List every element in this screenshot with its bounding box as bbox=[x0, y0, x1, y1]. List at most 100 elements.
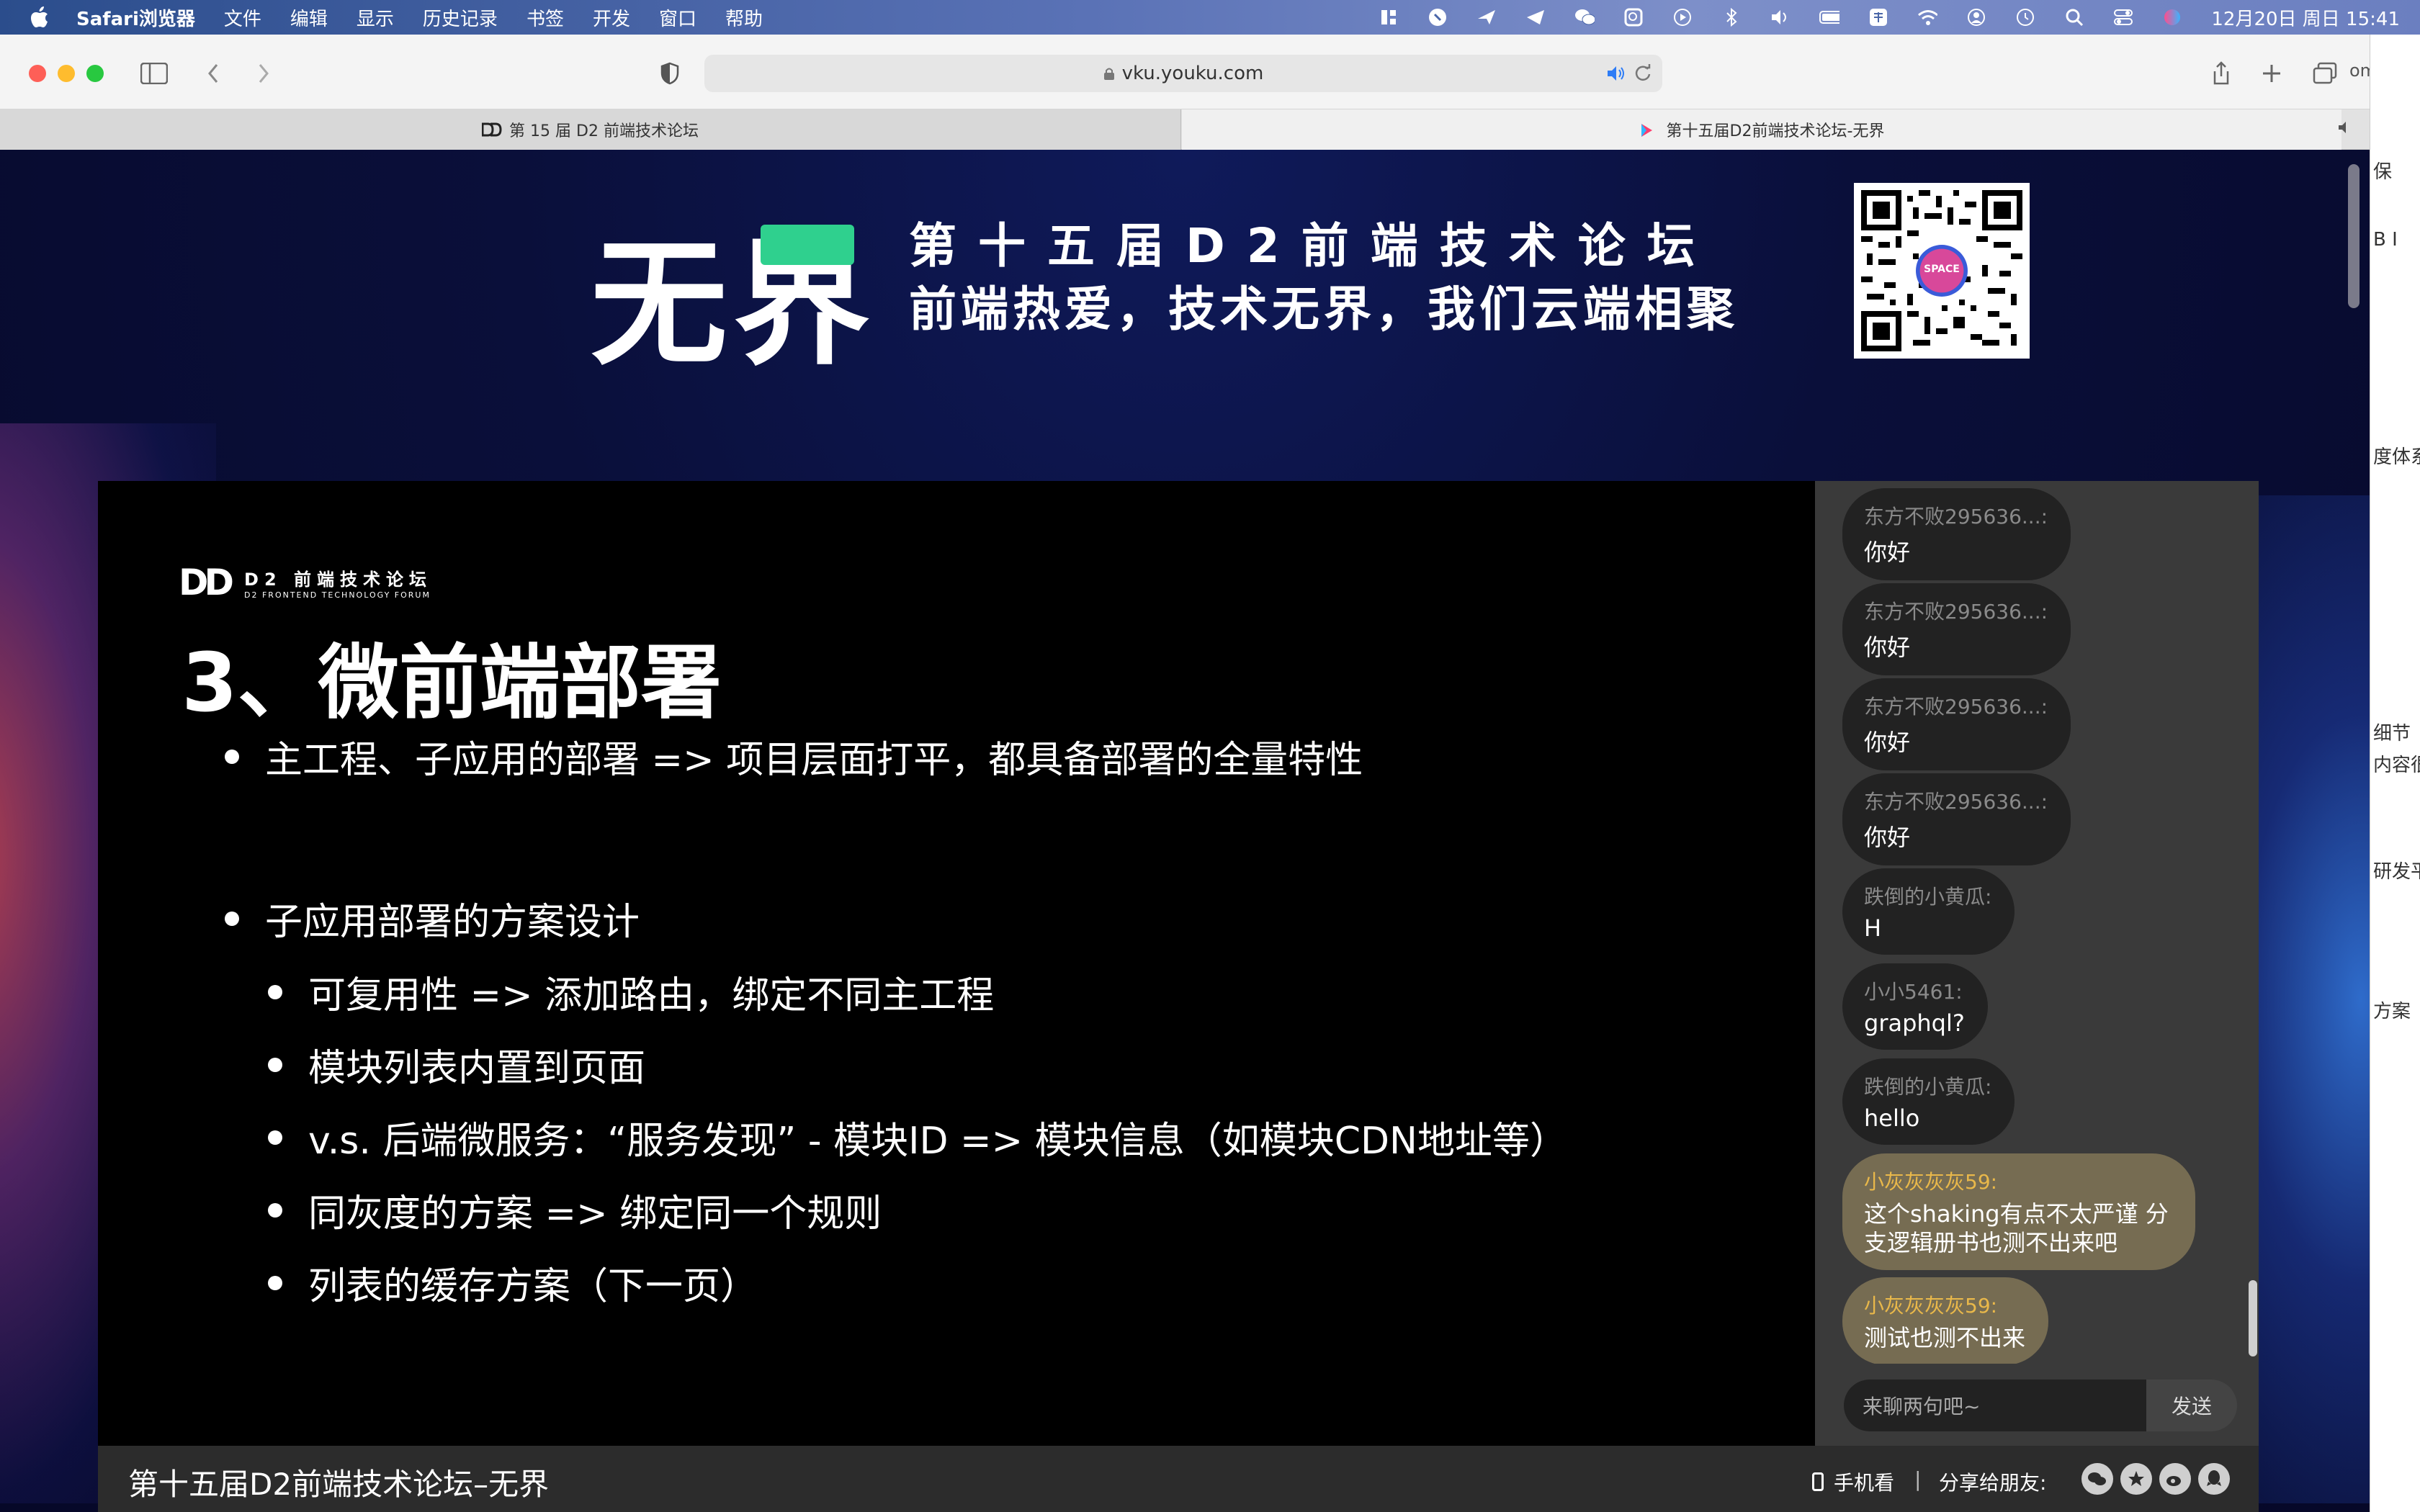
qq-share-icon[interactable] bbox=[2198, 1463, 2230, 1495]
infobar-separator: | bbox=[1914, 1467, 1922, 1491]
menu-app-name[interactable]: Safari浏览器 bbox=[76, 4, 195, 31]
shazam-icon[interactable] bbox=[1428, 7, 1448, 27]
d2-logo-line1: D2 前端技术论坛 bbox=[244, 570, 432, 590]
input-method-icon[interactable] bbox=[1868, 7, 1888, 27]
chat-message: 东方不败295636...: 你好 bbox=[1842, 488, 2071, 580]
chat-message-list[interactable]: 东方不败295636...: 你好 东方不败295636...: 你好 东方不败29… bbox=[1815, 481, 2247, 1364]
bullet-dot bbox=[268, 1202, 282, 1218]
fullscreen-window-button[interactable] bbox=[86, 65, 104, 82]
qr-center-label: SPACE bbox=[1924, 264, 1960, 275]
chat-message: 跌倒的小黄瓜: H bbox=[1842, 868, 2015, 955]
menubar-clock[interactable]: 12月20日 周日 15:41 bbox=[2211, 4, 2400, 31]
chat-username: 小灰灰灰灰59: bbox=[1864, 1294, 1998, 1318]
slide-bullet-text: v.s. 后端微服务：“服务发现” - 模块ID => 模块信息（如模块CDN地… bbox=[308, 1120, 1567, 1163]
minimize-window-button[interactable] bbox=[58, 65, 75, 82]
spotlight-icon[interactable] bbox=[2064, 7, 2084, 27]
reload-icon[interactable] bbox=[1634, 63, 1654, 84]
play-icon[interactable] bbox=[1672, 7, 1693, 27]
banner-subtitle: 前端热爱，技术无界，我们云端相聚 bbox=[909, 282, 1739, 337]
side-fragment: 研发平 bbox=[2373, 861, 2420, 883]
menu-develop[interactable]: 开发 bbox=[593, 4, 630, 31]
slide-sub-bullet: v.s. 后端微服务：“服务发现” - 模块ID => 模块信息（如模块CDN地… bbox=[268, 1110, 1567, 1164]
chat-send-button[interactable]: 发送 bbox=[2146, 1380, 2237, 1431]
video-player[interactable]: DD D2 前端技术论坛 D2 FRONTEND TECHNOLOGY FORU… bbox=[98, 481, 2259, 1512]
chat-message-highlight: 小灰灰灰灰59: 这个shaking有点不太严谨 分支逻辑册书也测不出来吧 bbox=[1842, 1153, 2195, 1270]
bullet-dot bbox=[268, 984, 282, 999]
forward-icon[interactable] bbox=[249, 59, 278, 88]
chat-text: graphql? bbox=[1864, 1009, 1965, 1037]
browser-toolbar: vku.youku.com om bbox=[0, 35, 2370, 109]
side-fragment: 保 bbox=[2373, 161, 2393, 183]
qzone-share-icon[interactable] bbox=[2120, 1463, 2152, 1495]
live-chat-panel: 东方不败295636...: 你好 东方不败295636...: 你好 东方不败29… bbox=[1815, 481, 2259, 1512]
video-info-bar: 第十五届D2前端技术论坛–无界 手机看 | 分享给朋友: bbox=[98, 1446, 2259, 1512]
control-center-icon[interactable] bbox=[2113, 7, 2133, 27]
user-icon[interactable] bbox=[1966, 7, 1986, 27]
privacy-shield-icon[interactable] bbox=[655, 59, 684, 88]
chat-username: 东方不败295636...: bbox=[1864, 505, 2048, 528]
search-app-icon[interactable] bbox=[1623, 7, 1644, 27]
audio-playing-icon[interactable] bbox=[1606, 63, 1626, 84]
widget-icon[interactable] bbox=[1379, 7, 1399, 27]
volume-icon[interactable] bbox=[1770, 7, 1791, 27]
chat-input[interactable]: 来聊两句吧~ bbox=[1844, 1380, 2146, 1431]
watch-on-mobile-label: 手机看 bbox=[1834, 1471, 1895, 1495]
menu-help[interactable]: 帮助 bbox=[725, 4, 763, 31]
address-bar[interactable]: vku.youku.com bbox=[704, 55, 1662, 92]
menu-view[interactable]: 显示 bbox=[357, 4, 394, 31]
qr-code-image: SPACE bbox=[1854, 183, 2030, 359]
banner-logo: 无界 bbox=[591, 193, 876, 391]
bullet-dot bbox=[268, 1057, 282, 1072]
pinyin-icon[interactable] bbox=[1476, 7, 1497, 27]
menu-file[interactable]: 文件 bbox=[224, 4, 261, 31]
wechat-share-icon[interactable] bbox=[2081, 1463, 2113, 1495]
bluetooth-icon[interactable] bbox=[1721, 7, 1742, 27]
battery-icon[interactable] bbox=[1819, 7, 1840, 27]
page-scrollbar[interactable] bbox=[2348, 164, 2360, 308]
tab-partial-right[interactable] bbox=[2338, 109, 2370, 150]
chat-scrollbar[interactable] bbox=[2249, 1280, 2257, 1356]
chat-text: 测试也测不出来 bbox=[1864, 1324, 2026, 1351]
chat-username: 跌倒的小黄瓜: bbox=[1864, 1075, 1992, 1099]
banner-title: 第十五届D2前端技术论坛 bbox=[909, 218, 1716, 274]
weibo-share-icon[interactable] bbox=[2159, 1463, 2191, 1495]
watch-on-mobile-button[interactable]: 手机看 bbox=[1812, 1467, 1894, 1496]
share-icon[interactable] bbox=[2207, 59, 2236, 88]
time-machine-icon[interactable] bbox=[2015, 7, 2035, 27]
close-window-button[interactable] bbox=[29, 65, 46, 82]
background-window-partial[interactable]: 保 B I 度体系 细节 内容很不 研发平 方案 bbox=[2370, 35, 2420, 1512]
bullet-dot bbox=[268, 1275, 282, 1290]
wechat-icon[interactable] bbox=[1574, 7, 1595, 27]
tab-d2-forum[interactable]: 第 15 届 D2 前端技术论坛 bbox=[0, 109, 1181, 150]
slide-sub-bullet: 模块列表内置到页面 bbox=[268, 1038, 645, 1092]
apple-icon[interactable] bbox=[29, 6, 50, 28]
video-slide[interactable]: DD D2 前端技术论坛 D2 FRONTEND TECHNOLOGY FORU… bbox=[98, 481, 1815, 1446]
send-icon[interactable] bbox=[1525, 7, 1546, 27]
siri-icon[interactable] bbox=[2162, 7, 2182, 27]
tab-overview-icon[interactable] bbox=[2311, 59, 2339, 88]
chat-text: 你好 bbox=[1864, 824, 1911, 851]
menu-bar: Safari浏览器 文件 编辑 显示 历史记录 书签 开发 窗口 帮助 12月2… bbox=[0, 0, 2420, 35]
tab-d2-wujie[interactable]: 第十五届D2前端技术论坛-无界 bbox=[1182, 109, 2341, 150]
d2-logo-line2: D2 FRONTEND TECHNOLOGY FORUM bbox=[244, 590, 431, 600]
chat-message: 跌倒的小黄瓜: hello bbox=[1842, 1058, 2015, 1145]
menu-window[interactable]: 窗口 bbox=[659, 4, 696, 31]
new-tab-icon[interactable] bbox=[2257, 59, 2286, 88]
share-label: 分享给朋友: bbox=[1939, 1471, 2047, 1495]
menu-history[interactable]: 历史记录 bbox=[423, 4, 498, 31]
sidebar-toggle-icon[interactable] bbox=[140, 59, 169, 88]
wifi-icon[interactable] bbox=[1917, 7, 1938, 27]
tab-bar: 第 15 届 D2 前端技术论坛 第十五届D2前端技术论坛-无界 bbox=[0, 109, 2370, 150]
chat-message: 东方不败295636...: 你好 bbox=[1842, 583, 2071, 675]
chat-text: 这个shaking有点不太严谨 分支逻辑册书也测不出来吧 bbox=[1864, 1200, 2169, 1256]
web-page: 无界 第十五届D2前端技术论坛 前端热爱，技术无界，我们云端相聚 SPACE D… bbox=[0, 150, 2370, 1512]
slide-sub-bullet: 可复用性 => 添加路由，绑定不同主工程 bbox=[268, 965, 994, 1019]
menu-edit[interactable]: 编辑 bbox=[290, 4, 328, 31]
menu-bookmarks[interactable]: 书签 bbox=[526, 4, 564, 31]
phone-icon bbox=[1812, 1472, 1824, 1491]
side-fragment: 方案 bbox=[2373, 1001, 2411, 1022]
back-icon[interactable] bbox=[199, 59, 228, 88]
partial-tab-text: om bbox=[2349, 60, 2370, 81]
browser-window: vku.youku.com om 第 15 届 D2 前端技术论坛 第十五届D2… bbox=[0, 35, 2370, 1512]
slide-sub-bullet: 列表的缓存方案（下一页） bbox=[268, 1256, 758, 1310]
